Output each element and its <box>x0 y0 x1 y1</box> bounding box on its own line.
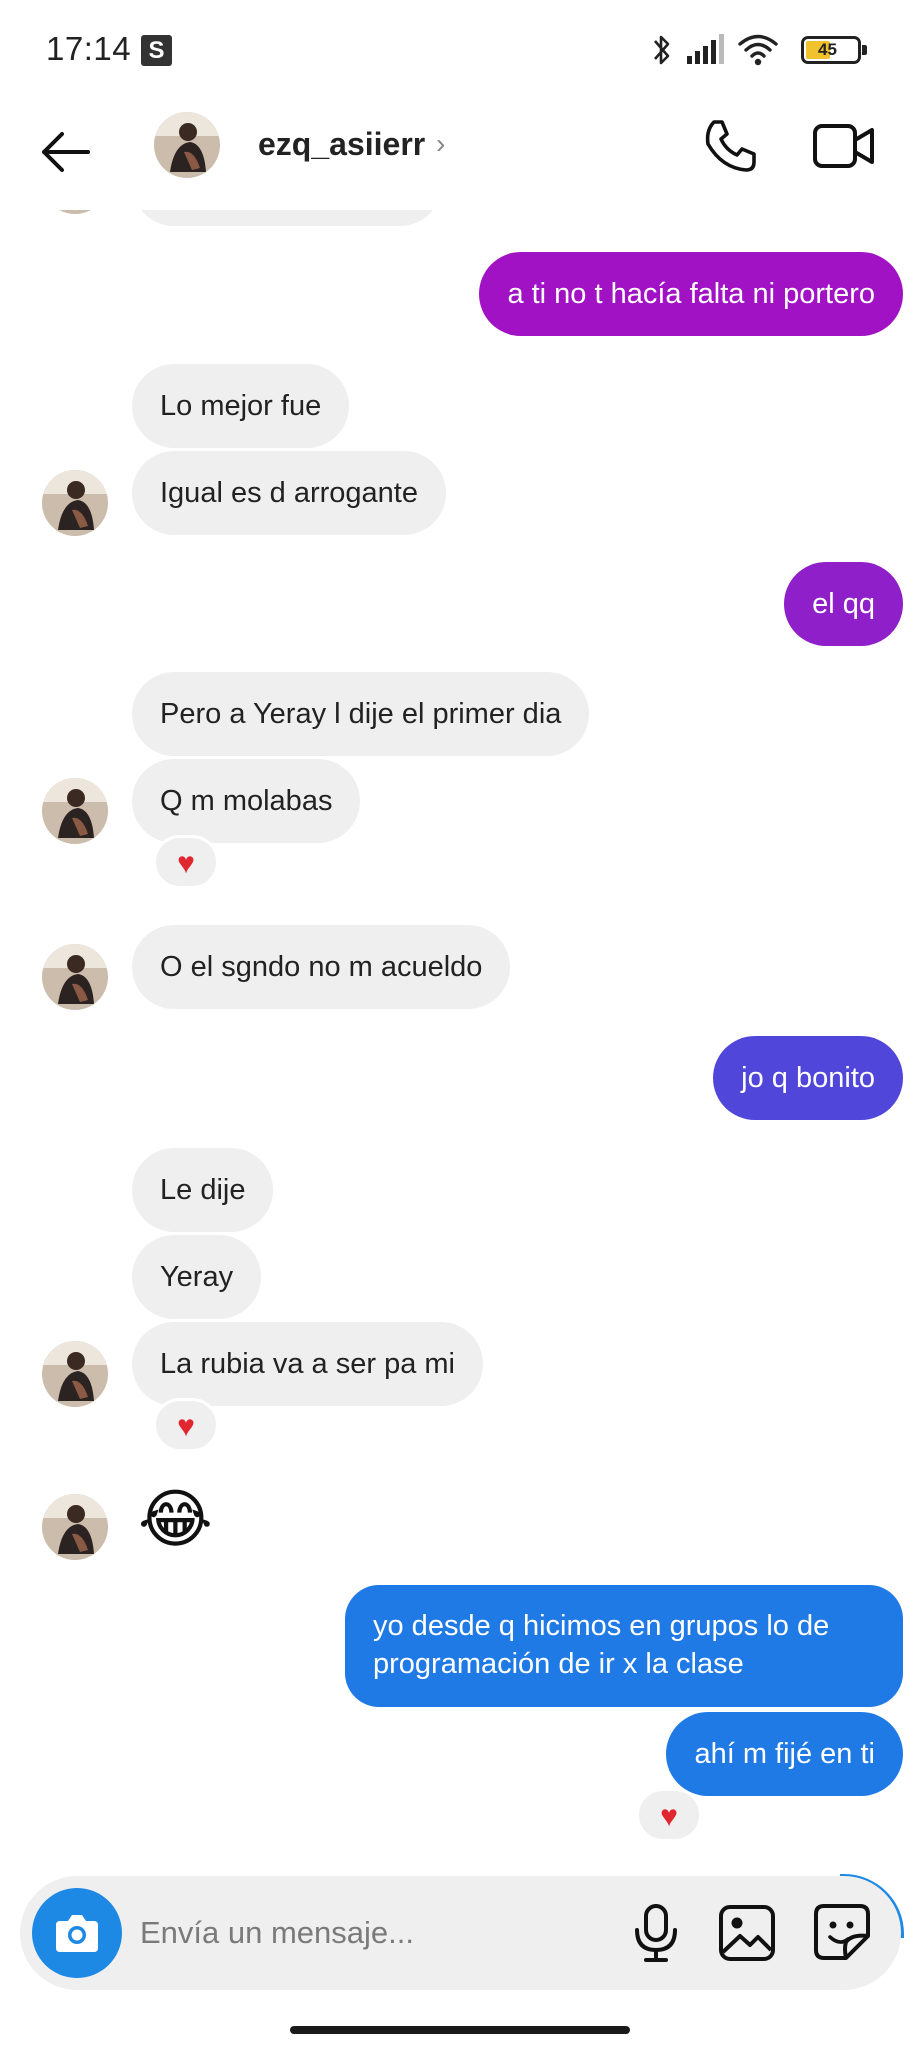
phone-icon[interactable] <box>700 116 760 176</box>
message-bubble-received[interactable]: Lo mejor fue <box>132 364 350 448</box>
message-bubble-sent[interactable]: el qq <box>784 562 903 646</box>
chat-header: ezq_asiierr › <box>0 100 921 210</box>
tears-of-joy-emoji[interactable]: 😂 <box>138 1484 213 1554</box>
message-bubble-received[interactable]: O el sgndo no m acueldo <box>132 925 511 1009</box>
avatar[interactable] <box>42 1494 108 1560</box>
gallery-icon[interactable] <box>718 1904 776 1962</box>
status-time: 17:14 <box>46 30 132 67</box>
status-bar: 17:14 S 45 <box>0 0 921 100</box>
avatar[interactable] <box>42 778 108 844</box>
wifi-icon <box>738 34 778 66</box>
avatar[interactable] <box>42 470 108 536</box>
message-composer <box>20 1876 901 1990</box>
message-input[interactable] <box>140 1906 610 1960</box>
heart-reaction-icon[interactable]: ♥ <box>636 1788 702 1842</box>
heart-reaction-icon[interactable]: ♥ <box>153 1398 219 1452</box>
signal-icon <box>687 34 724 64</box>
microphone-icon[interactable] <box>626 1902 686 1964</box>
battery-icon: 45 <box>801 36 867 64</box>
heart-reaction-icon[interactable]: ♥ <box>153 835 219 889</box>
camera-button[interactable] <box>32 1888 122 1978</box>
back-arrow-icon[interactable] <box>36 122 96 182</box>
chevron-right-icon[interactable]: › <box>436 128 445 160</box>
message-bubble-received[interactable]: Yeray <box>132 1235 262 1319</box>
message-bubble-sent[interactable]: a ti no t hacía falta ni portero <box>479 252 903 336</box>
message-bubble-received[interactable]: La rubia va a ser pa mi <box>132 1322 483 1406</box>
battery-level: 45 <box>818 40 837 59</box>
bluetooth-icon <box>654 35 670 65</box>
message-bubble-received[interactable]: Q m molabas <box>132 759 361 843</box>
message-list[interactable]: a ti no t hacía falta ni portero Lo mejo… <box>0 190 921 1860</box>
message-bubble-received[interactable]: Pero a Yeray l dije el primer dia <box>132 672 590 756</box>
s-badge-icon: S <box>141 35 172 66</box>
status-icons: 45 <box>651 30 867 70</box>
avatar[interactable] <box>42 944 108 1010</box>
sticker-icon[interactable] <box>812 1902 872 1962</box>
home-indicator[interactable] <box>290 2026 630 2034</box>
message-bubble-sent[interactable]: yo desde q hicimos en grupos lo de progr… <box>345 1585 903 1707</box>
avatar[interactable] <box>42 1341 108 1407</box>
avatar[interactable] <box>154 112 220 178</box>
message-bubble-sent[interactable]: ahí m fijé en ti <box>666 1712 903 1796</box>
username[interactable]: ezq_asiierr <box>258 126 425 163</box>
camera-icon <box>56 1915 98 1952</box>
video-camera-icon[interactable] <box>812 118 876 174</box>
message-bubble-received[interactable]: Igual es d arrogante <box>132 451 446 535</box>
message-bubble-sent[interactable]: jo q bonito <box>713 1036 903 1120</box>
message-bubble-received[interactable]: Le dije <box>132 1148 274 1232</box>
